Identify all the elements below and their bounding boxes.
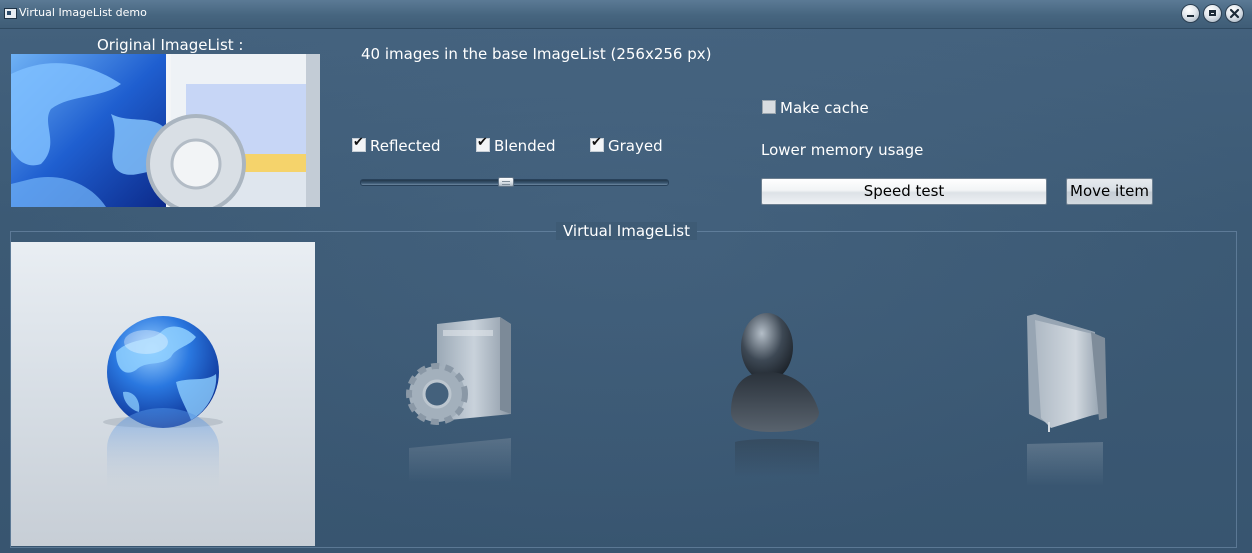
settings-box-icon [406, 317, 511, 482]
reflected-checkbox[interactable]: Reflected [352, 135, 441, 155]
blend-slider-track[interactable] [360, 179, 669, 186]
folder-icon [1027, 314, 1107, 486]
move-item-button[interactable]: Move item [1066, 178, 1153, 205]
user-icon [731, 313, 819, 477]
close-icon [1229, 8, 1240, 19]
virtual-imagelist-title: Virtual ImageList [556, 222, 697, 240]
virtual-item[interactable] [619, 242, 923, 546]
original-image-strip [11, 54, 320, 207]
lower-memory-label: Lower memory usage [761, 141, 924, 159]
minimize-button[interactable] [1181, 4, 1200, 23]
maximize-icon [1209, 10, 1216, 16]
blended-box[interactable] [476, 135, 490, 152]
globe-icon [103, 316, 223, 492]
grayed-box[interactable] [590, 135, 604, 152]
close-button[interactable] [1225, 4, 1244, 23]
make-cache-box[interactable] [762, 100, 776, 114]
minimize-icon [1187, 15, 1194, 17]
window-title: Virtual ImageList demo [19, 6, 147, 19]
reflected-box[interactable] [352, 135, 366, 152]
make-cache-label: Make cache [780, 99, 869, 117]
reflected-label: Reflected [370, 137, 441, 155]
original-imagelist-preview [11, 54, 320, 207]
virtual-item-selected[interactable] [11, 242, 315, 546]
title-bar: Virtual ImageList demo [0, 0, 1252, 29]
grayed-label: Grayed [608, 137, 663, 155]
grayed-checkbox[interactable]: Grayed [590, 135, 663, 155]
maximize-button[interactable] [1203, 4, 1222, 23]
app-window: Virtual ImageList demo Original ImageLis… [0, 0, 1252, 553]
image-count-info: 40 images in the base ImageList (256x256… [361, 45, 712, 63]
blended-label: Blended [494, 137, 556, 155]
blend-slider-thumb[interactable] [498, 177, 514, 187]
speed-test-button[interactable]: Speed test [761, 178, 1047, 205]
blended-checkbox[interactable]: Blended [476, 135, 556, 155]
virtual-item[interactable] [923, 242, 1227, 546]
original-imagelist-label: Original ImageList : [97, 36, 244, 54]
app-icon [4, 8, 17, 19]
make-cache-checkbox[interactable]: Make cache [762, 99, 869, 117]
virtual-item[interactable] [315, 242, 619, 546]
